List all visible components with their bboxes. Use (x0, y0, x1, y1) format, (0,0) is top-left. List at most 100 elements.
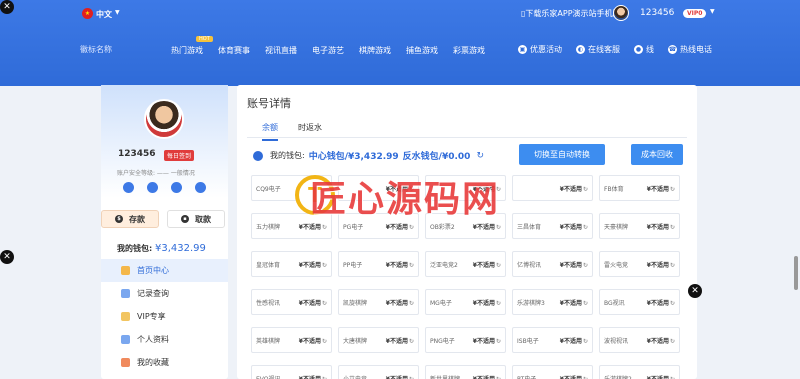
refresh-icon[interactable]: ↻ (409, 338, 414, 345)
tab-divider (247, 137, 687, 138)
platform-wallet-cell[interactable]: 波视视讯 ¥不适用↻ (599, 327, 680, 353)
scrollbar-thumb[interactable] (794, 256, 798, 290)
sidebar-item-favorites[interactable]: 我的收藏 (101, 351, 228, 374)
close-icon[interactable]: ✕ (0, 250, 14, 264)
platform-name: BG视讯 (604, 299, 625, 307)
platform-wallet-cell[interactable]: 乐游棋牌2 ¥不适用↻ (599, 365, 680, 379)
platform-wallet-cell[interactable]: 新世界棋牌 ¥不适用↻ (425, 365, 506, 379)
platform-wallet-cell[interactable]: EVO视讯 ¥不适用↻ (251, 365, 332, 379)
download-app-link[interactable]: ▯下载乐家APP演示站手机版 (521, 8, 621, 19)
sidebar-item-vip[interactable]: VIP专享 (101, 305, 228, 328)
refresh-icon[interactable]: ↻ (409, 376, 414, 379)
platform-wallet-cell[interactable]: BG视讯 ¥不适用↻ (599, 289, 680, 315)
account-detail-panel: 账号详情 余额 时返水 我的钱包: 中心钱包/¥3,432.99 反水钱包/¥0… (237, 85, 697, 379)
email-verify-icon[interactable] (171, 182, 182, 193)
profile-avatar[interactable] (144, 99, 184, 139)
platform-wallet-cell[interactable]: 皇冠体育 ¥不适用↻ (251, 251, 332, 277)
id-verify-icon[interactable] (195, 182, 206, 193)
platform-wallet-cell[interactable]: 泛亚电竞2 ¥不适用↻ (425, 251, 506, 277)
wallet-amount: ¥3,432.99 (155, 243, 206, 254)
platform-wallet-cell[interactable]: 英雄棋牌 ¥不适用↻ (251, 327, 332, 353)
platform-wallet-cell[interactable]: 亿博视讯 ¥不适用↻ (512, 251, 593, 277)
sidebar-item-profile[interactable]: 个人资料 (101, 328, 228, 351)
user-avatar[interactable] (613, 5, 629, 21)
refresh-icon[interactable]: ↻ (322, 224, 327, 231)
nav-chess[interactable]: 棋牌游戏 (359, 45, 391, 56)
promotions-link[interactable]: ▣ 优惠活动 (518, 44, 562, 55)
refresh-icon[interactable]: ↻ (322, 262, 327, 269)
refresh-icon[interactable]: ↻ (496, 338, 501, 345)
platform-wallet-cell[interactable]: 三昌体育 ¥不适用↻ (512, 213, 593, 239)
refresh-icon[interactable]: ↻ (496, 300, 501, 307)
platform-wallet-cell[interactable]: 小艾电竞 ¥不适用↻ (338, 365, 419, 379)
refresh-icon[interactable]: ↻ (496, 224, 501, 231)
close-icon[interactable]: ✕ (688, 284, 702, 298)
refresh-icon[interactable]: ↻ (496, 262, 501, 269)
refresh-icon[interactable]: ↻ (670, 300, 675, 307)
platform-name: 雷火电竞 (604, 261, 629, 269)
nav-live[interactable]: 视讯直播 (265, 45, 297, 56)
reclaim-button[interactable]: 成本回收 (631, 144, 683, 165)
sidebar-item-records[interactable]: 记录查询 (101, 282, 228, 305)
platform-wallet-cell[interactable]: PT电子 ¥不适用↻ (512, 365, 593, 379)
refresh-icon[interactable]: ↻ (670, 376, 675, 379)
refresh-icon[interactable]: ↻ (670, 224, 675, 231)
site-logo[interactable]: 徽标名称 (80, 44, 112, 55)
tab-balance[interactable]: 余额 (262, 122, 278, 141)
platform-wallet-cell[interactable]: 性感视讯 ¥不适用↻ (251, 289, 332, 315)
platform-wallet-cell[interactable]: 凯旋棋牌 ¥不适用↻ (338, 289, 419, 315)
refresh-icon[interactable]: ↻ (583, 262, 588, 269)
platform-wallet-cell[interactable]: PP电子 ¥不适用↻ (338, 251, 419, 277)
deposit-button[interactable]: $ 存款 (101, 210, 159, 228)
nav-fishing[interactable]: 捕鱼游戏 (406, 45, 438, 56)
refresh-icon[interactable]: ↻ (583, 186, 588, 193)
close-icon[interactable]: ✕ (0, 0, 14, 14)
platform-balance: ¥不适用↻ (472, 337, 501, 345)
platform-balance: ¥不适用↻ (298, 223, 327, 231)
refresh-icon[interactable]: ↻ (583, 300, 588, 307)
refresh-icon[interactable]: ↻ (409, 300, 414, 307)
platform-wallet-cell[interactable]: PNG电子 ¥不适用↻ (425, 327, 506, 353)
refresh-icon[interactable]: ↻ (583, 376, 588, 379)
refresh-icon[interactable]: ↻ (322, 300, 327, 307)
refresh-icon[interactable]: ↻ (670, 186, 675, 193)
chevron-down-icon[interactable]: ▼ (710, 8, 715, 15)
hotline-link[interactable]: ☎ 热线电话 (668, 44, 712, 55)
refresh-icon[interactable]: ↻ (670, 262, 675, 269)
refresh-icon[interactable]: ↻ (476, 151, 484, 161)
refresh-icon[interactable]: ↻ (409, 262, 414, 269)
refresh-icon[interactable]: ↻ (670, 338, 675, 345)
phone-verify-icon[interactable] (123, 182, 134, 193)
refresh-icon[interactable]: ↻ (322, 376, 327, 379)
auto-transfer-button[interactable]: 切换至自动转换 (519, 144, 605, 165)
china-flag-icon[interactable]: ★ (82, 8, 93, 19)
language-selector[interactable]: 中文 (96, 9, 112, 20)
chevron-down-icon[interactable]: ▼ (115, 9, 120, 16)
nav-lottery[interactable]: 彩票游戏 (453, 45, 485, 56)
refresh-icon[interactable]: ↻ (583, 224, 588, 231)
platform-wallet-cell[interactable]: FB体育 ¥不适用↻ (599, 175, 680, 201)
refresh-icon[interactable]: ↻ (583, 338, 588, 345)
platform-wallet-cell[interactable]: ISB电子 ¥不适用↻ (512, 327, 593, 353)
platform-wallet-cell[interactable]: 大唐棋牌 ¥不适用↻ (338, 327, 419, 353)
platform-balance: ¥不适用↻ (385, 261, 414, 269)
nav-hot-games[interactable]: 热门游戏 HOT (171, 36, 213, 56)
card-verify-icon[interactable] (147, 182, 158, 193)
customer-service-link[interactable]: ◐ 在线客服 (576, 44, 620, 55)
refresh-icon[interactable]: ↻ (496, 376, 501, 379)
platform-wallet-cell[interactable]: ¥不适用↻ (512, 175, 593, 201)
tab-rebate[interactable]: 时返水 (298, 122, 322, 141)
nav-slots[interactable]: 电子游艺 (312, 45, 344, 56)
refresh-icon[interactable]: ↻ (322, 338, 327, 345)
withdraw-button[interactable]: ▪ 取款 (167, 210, 225, 228)
chat-link[interactable]: ● 线 (634, 44, 654, 55)
daily-signin-button[interactable]: 每日签到 (164, 150, 195, 161)
platform-wallet-cell[interactable]: 乐游棋牌3 ¥不适用↻ (512, 289, 593, 315)
platform-wallet-cell[interactable]: MG电子 ¥不适用↻ (425, 289, 506, 315)
platform-wallet-cell[interactable]: 雷火电竞 ¥不适用↻ (599, 251, 680, 277)
sidebar-item-home[interactable]: 首页中心 (101, 259, 228, 282)
refresh-icon[interactable]: ↻ (409, 224, 414, 231)
nav-sports[interactable]: 体育赛事 (218, 45, 250, 56)
header-username[interactable]: 123456 (640, 8, 674, 18)
platform-wallet-cell[interactable]: 天豪棋牌 ¥不适用↻ (599, 213, 680, 239)
